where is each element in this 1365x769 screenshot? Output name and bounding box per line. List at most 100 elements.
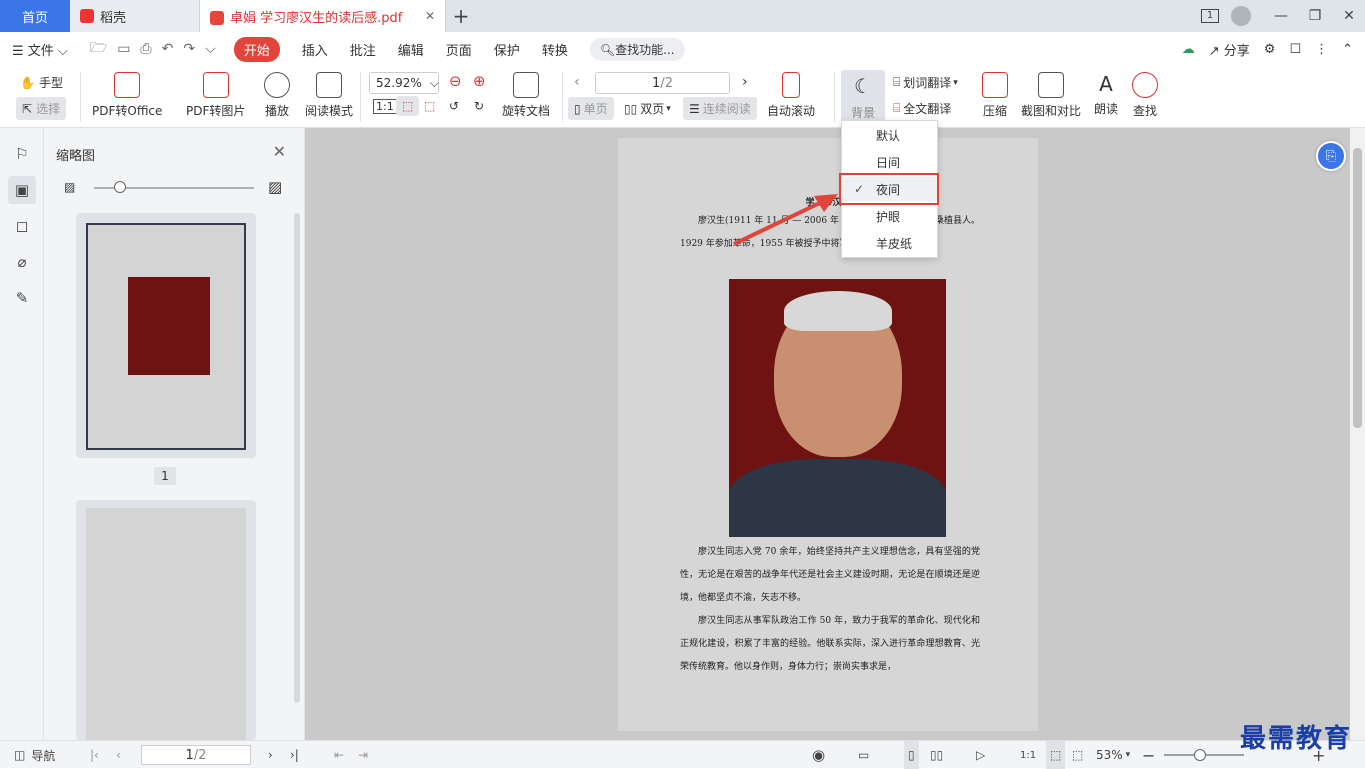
rotate-right-icon[interactable]: ↻ xyxy=(474,99,484,113)
undo-icon[interactable]: ↶ xyxy=(162,41,174,57)
document-scrollbar[interactable] xyxy=(1350,128,1365,740)
print-icon[interactable]: ⎙ xyxy=(140,41,151,57)
thumbnail-scrollbar[interactable] xyxy=(294,213,300,703)
screenshot-compare-button[interactable]: 截图和对比 xyxy=(1021,72,1081,119)
forward-icon[interactable]: ⇥ xyxy=(358,741,368,769)
play-button[interactable]: 播放 xyxy=(264,72,290,119)
quick-access-dropdown-icon[interactable]: ⌵ xyxy=(205,41,216,57)
open-folder-icon[interactable]: 🗁 xyxy=(90,37,107,61)
back-icon[interactable]: ⇤ xyxy=(334,741,344,769)
menu-convert[interactable]: 转换 xyxy=(542,40,568,59)
menu-edit[interactable]: 编辑 xyxy=(398,40,424,59)
share-button[interactable]: ↗ 分享 xyxy=(1209,40,1250,59)
first-page-icon[interactable]: |‹ xyxy=(90,741,99,769)
fit-page-icon[interactable]: ⬚ xyxy=(396,96,420,116)
single-page-button[interactable]: ▯ 单页 xyxy=(568,97,614,120)
zoom-out-icon[interactable]: − xyxy=(1142,741,1155,769)
background-option-default[interactable]: 默认 xyxy=(842,123,937,147)
fit-width-icon[interactable]: ⬚ xyxy=(424,99,435,113)
actual-size-icon[interactable]: 1:1 xyxy=(1020,741,1036,769)
double-page-view-icon[interactable]: ▯▯ xyxy=(930,741,943,769)
actual-size-icon[interactable]: 1:1 xyxy=(373,99,397,114)
menu-protect[interactable]: 保护 xyxy=(494,40,520,59)
menu-page[interactable]: 页面 xyxy=(446,40,472,59)
continuous-read-button[interactable]: ☰ 连续阅读 xyxy=(683,97,757,120)
double-page-button[interactable]: ▯▯ 双页 ▾ xyxy=(624,100,671,117)
bookmark-icon[interactable]: ⚐ xyxy=(8,140,36,168)
background-button[interactable]: ☾ 背景 xyxy=(841,70,885,124)
status-zoom-select[interactable]: 53% ▾ xyxy=(1096,741,1130,769)
menu-insert[interactable]: 插入 xyxy=(302,40,328,59)
navigation-button[interactable]: ◫ 导航 xyxy=(14,741,55,769)
prev-page-icon[interactable]: ‹ xyxy=(574,74,580,90)
rotate-left-icon[interactable]: ↺ xyxy=(449,99,459,113)
restore-icon[interactable]: ❐ xyxy=(1299,8,1331,24)
large-image-icon[interactable]: ▨ xyxy=(268,178,282,196)
fit-page-icon[interactable]: ⬚ xyxy=(1046,741,1066,769)
background-option-day[interactable]: 日间 xyxy=(842,150,937,174)
eye-protection-icon[interactable]: ◉ xyxy=(812,741,825,769)
redo-icon[interactable]: ↷ xyxy=(183,41,195,57)
close-icon[interactable]: ✕ xyxy=(273,142,286,161)
auto-scroll-button[interactable]: 自动滚动 xyxy=(767,72,815,119)
pdf-to-office-button[interactable]: PDF转Office xyxy=(92,72,162,119)
tab-close-icon[interactable]: ✕ xyxy=(425,9,435,23)
zoom-in-icon[interactable]: ⊕ xyxy=(473,72,486,90)
full-translate-button[interactable]: ⌸ 全文翻译 xyxy=(893,100,951,117)
tab-document[interactable]: 卓娟 学习廖汉生的读后感.pdf ✕ xyxy=(200,0,446,32)
rotate-document-button[interactable]: 旋转文档 xyxy=(502,72,550,119)
window-close-icon[interactable]: ✕ xyxy=(1333,8,1365,24)
find-button[interactable]: 查找 xyxy=(1132,72,1158,119)
zoom-slider-handle[interactable] xyxy=(1194,749,1206,761)
file-menu[interactable]: ☰ 文件 ⌵ xyxy=(12,40,68,59)
zoom-select[interactable]: 52.92% ⌵ xyxy=(369,72,439,94)
minimize-icon[interactable]: — xyxy=(1265,8,1297,24)
feedback-icon[interactable]: ☐ xyxy=(1289,42,1301,57)
more-icon[interactable]: ⋮ xyxy=(1315,42,1328,57)
menu-comment[interactable]: 批注 xyxy=(350,40,376,59)
fit-height-icon[interactable]: ▭ xyxy=(858,741,869,769)
zoom-out-icon[interactable]: ⊖ xyxy=(449,72,462,90)
background-option-parchment[interactable]: 羊皮纸 xyxy=(842,231,937,255)
word-translate-button[interactable]: ⌸ 划词翻译 ▾ xyxy=(893,74,958,91)
pdf-to-image-button[interactable]: PDF转图片 xyxy=(186,72,245,119)
last-page-icon[interactable]: ›| xyxy=(290,741,299,769)
thumbnail-page-2[interactable] xyxy=(76,500,256,740)
float-convert-icon[interactable]: ⎘ xyxy=(1316,141,1346,171)
small-image-icon[interactable]: ▨ xyxy=(64,180,75,194)
hand-tool-button[interactable]: ✋ 手型 xyxy=(20,74,63,91)
settings-icon[interactable]: ⚙ xyxy=(1264,42,1276,57)
comment-icon[interactable]: ◻ xyxy=(8,212,36,240)
signature-icon[interactable]: ✎ xyxy=(8,284,36,312)
window-count-badge[interactable]: 1 xyxy=(1201,9,1219,23)
prev-page-icon[interactable]: ‹ xyxy=(116,741,121,769)
search-feature-input[interactable]: 🔍︎查找功能... xyxy=(589,37,685,61)
page-number-input[interactable]: 1/2 xyxy=(595,72,730,94)
save-icon[interactable]: ▭ xyxy=(117,41,130,57)
new-tab-button[interactable]: + xyxy=(446,0,476,32)
slider-handle[interactable] xyxy=(114,181,126,193)
cloud-sync-icon[interactable]: ☁ xyxy=(1182,42,1195,57)
read-aloud-button[interactable]: A 朗读 xyxy=(1094,72,1118,117)
tab-daoke[interactable]: 稻壳 xyxy=(70,0,200,32)
thumbnail-page-1[interactable] xyxy=(76,213,256,458)
tab-home[interactable]: 首页 xyxy=(0,0,70,32)
attachment-icon[interactable]: ⌀ xyxy=(8,248,36,276)
pdf-icon xyxy=(210,11,224,25)
select-tool-button[interactable]: ⇱ 选择 xyxy=(16,97,67,120)
compress-button[interactable]: 压缩 xyxy=(982,72,1008,119)
menu-start[interactable]: 开始 xyxy=(233,36,280,62)
play-icon[interactable]: ▷ xyxy=(976,741,985,769)
thumbnail-icon[interactable]: ▣ xyxy=(8,176,36,204)
background-option-eye-care[interactable]: 护眼 xyxy=(842,204,937,228)
fit-width-icon[interactable]: ⬚ xyxy=(1072,741,1083,769)
collapse-ribbon-icon[interactable]: ⌃ xyxy=(1342,42,1353,57)
status-page-input[interactable]: 1/2 xyxy=(141,745,251,765)
avatar[interactable] xyxy=(1231,6,1251,26)
single-page-view-icon[interactable]: ▯ xyxy=(904,741,919,769)
next-page-icon[interactable]: › xyxy=(268,741,273,769)
next-page-icon[interactable]: › xyxy=(742,74,748,90)
toolbar-divider xyxy=(80,72,81,122)
read-mode-button[interactable]: 阅读模式 xyxy=(305,72,353,119)
scrollbar-thumb[interactable] xyxy=(1353,148,1362,428)
